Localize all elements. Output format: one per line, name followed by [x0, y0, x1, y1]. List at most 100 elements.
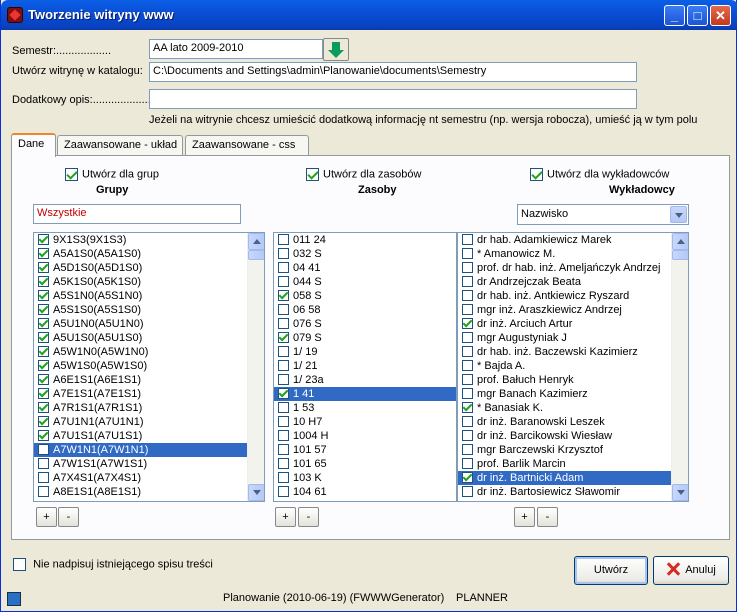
- item-checkbox[interactable]: [38, 304, 49, 315]
- list-item[interactable]: A7U1N1(A7U1N1): [34, 415, 247, 429]
- semestr-field[interactable]: AA lato 2009-2010: [149, 39, 323, 59]
- list-item[interactable]: A7R1S1(A7R1S1): [34, 401, 247, 415]
- wykladowcy-sort-select[interactable]: Nazwisko: [517, 204, 689, 225]
- zasoby-check[interactable]: Utwórz dla zasobów: [306, 168, 421, 181]
- item-checkbox[interactable]: [462, 318, 473, 329]
- list-item[interactable]: dr inż. Bartnicki Adam: [458, 471, 671, 485]
- list-item[interactable]: A5U1S0(A5U1S0): [34, 331, 247, 345]
- item-checkbox[interactable]: [462, 416, 473, 427]
- list-item[interactable]: mgr Banach Kazimierz: [458, 387, 671, 401]
- item-checkbox[interactable]: [278, 346, 289, 357]
- item-checkbox[interactable]: [38, 416, 49, 427]
- list-item[interactable]: A8E1S1(A8E1S1): [34, 485, 247, 499]
- grupy-scrollbar[interactable]: [247, 233, 264, 501]
- list-item[interactable]: A5K1S0(A5K1S0): [34, 275, 247, 289]
- katalog-field[interactable]: C:\Documents and Settings\admin\Planowan…: [149, 62, 637, 82]
- item-checkbox[interactable]: [278, 402, 289, 413]
- item-checkbox[interactable]: [38, 332, 49, 343]
- tab-dane[interactable]: Dane: [11, 133, 56, 157]
- item-checkbox[interactable]: [38, 276, 49, 287]
- list-item[interactable]: A5D1S0(A5D1S0): [34, 261, 247, 275]
- item-checkbox[interactable]: [278, 360, 289, 371]
- item-checkbox[interactable]: [38, 318, 49, 329]
- nie-nadpisuj-checkbox[interactable]: [13, 558, 26, 571]
- item-checkbox[interactable]: [38, 248, 49, 259]
- list-item[interactable]: 06 58: [274, 303, 456, 317]
- list-item[interactable]: dr inż. Barcikowski Wiesław: [458, 429, 671, 443]
- item-checkbox[interactable]: [278, 444, 289, 455]
- list-item[interactable]: A5S1S0(A5S1S0): [34, 303, 247, 317]
- list-item[interactable]: 101 57: [274, 443, 456, 457]
- item-checkbox[interactable]: [278, 234, 289, 245]
- item-checkbox[interactable]: [38, 374, 49, 385]
- item-checkbox[interactable]: [38, 402, 49, 413]
- list-item[interactable]: 9X1S3(9X1S3): [34, 233, 247, 247]
- grupy-minus-button[interactable]: -: [58, 507, 79, 527]
- title-bar[interactable]: Tworzenie witryny www _ □ ✕: [1, 0, 737, 30]
- chevron-down-icon[interactable]: [670, 206, 687, 223]
- nie-nadpisuj-check[interactable]: Nie nadpisuj istniejącego spisu treści: [13, 558, 213, 571]
- list-item[interactable]: dr inż. Arciuch Artur: [458, 317, 671, 331]
- scroll-up-icon[interactable]: [672, 233, 688, 250]
- item-checkbox[interactable]: [38, 388, 49, 399]
- zasoby-list[interactable]: 011 24 032 S 04 41 044 S 058 S 06 58 076 S 079 …: [273, 232, 457, 502]
- list-item[interactable]: 101 65: [274, 457, 456, 471]
- item-checkbox[interactable]: [462, 472, 473, 483]
- grupy-checkbox[interactable]: [65, 168, 78, 181]
- wykladowcy-check[interactable]: Utwórz dla wykładowców: [530, 168, 669, 181]
- grupy-check[interactable]: Utwórz dla grup: [65, 168, 159, 181]
- scroll-thumb[interactable]: [672, 250, 688, 260]
- list-item[interactable]: 1/ 23a: [274, 373, 456, 387]
- tab-zaawansowane-uklad[interactable]: Zaawansowane - układ: [57, 135, 183, 156]
- item-checkbox[interactable]: [38, 360, 49, 371]
- list-item[interactable]: 1 41: [274, 387, 456, 401]
- zasoby-checkbox[interactable]: [306, 168, 319, 181]
- list-item[interactable]: 1/ 19: [274, 345, 456, 359]
- item-checkbox[interactable]: [462, 262, 473, 273]
- wykladowcy-plus-button[interactable]: +: [514, 507, 535, 527]
- list-item[interactable]: 1004 H: [274, 429, 456, 443]
- list-item[interactable]: A5A1S0(A5A1S0): [34, 247, 247, 261]
- item-checkbox[interactable]: [38, 486, 49, 497]
- item-checkbox[interactable]: [38, 290, 49, 301]
- scroll-down-icon[interactable]: [672, 484, 688, 501]
- list-item[interactable]: dr hab. Adamkiewicz Marek: [458, 233, 671, 247]
- item-checkbox[interactable]: [278, 290, 289, 301]
- item-checkbox[interactable]: [278, 472, 289, 483]
- wykladowcy-checkbox[interactable]: [530, 168, 543, 181]
- item-checkbox[interactable]: [38, 430, 49, 441]
- item-checkbox[interactable]: [278, 262, 289, 273]
- item-checkbox[interactable]: [462, 486, 473, 497]
- list-item[interactable]: A5W1N0(A5W1N0): [34, 345, 247, 359]
- tab-zaawansowane-css[interactable]: Zaawansowane - css: [185, 135, 309, 156]
- list-item[interactable]: A7W1N1(A7W1N1): [34, 443, 247, 457]
- item-checkbox[interactable]: [38, 262, 49, 273]
- wykladowcy-minus-button[interactable]: -: [537, 507, 558, 527]
- list-item[interactable]: 1/ 21: [274, 359, 456, 373]
- item-checkbox[interactable]: [462, 276, 473, 287]
- list-item[interactable]: dr inż. Bartosiewicz Sławomir: [458, 485, 671, 499]
- minimize-button[interactable]: _: [664, 5, 685, 26]
- item-checkbox[interactable]: [462, 346, 473, 357]
- list-item[interactable]: A7W1S1(A7W1S1): [34, 457, 247, 471]
- list-item[interactable]: dr hab. inż. Baczewski Kazimierz: [458, 345, 671, 359]
- grupy-list[interactable]: 9X1S3(9X1S3) A5A1S0(A5A1S0) A5D1S0(A5D1S0)…: [33, 232, 265, 502]
- item-checkbox[interactable]: [278, 374, 289, 385]
- list-item[interactable]: 10 H7: [274, 415, 456, 429]
- list-item[interactable]: 032 S: [274, 247, 456, 261]
- item-checkbox[interactable]: [462, 234, 473, 245]
- list-item[interactable]: 058 S: [274, 289, 456, 303]
- item-checkbox[interactable]: [462, 444, 473, 455]
- list-item[interactable]: 076 S: [274, 317, 456, 331]
- list-item[interactable]: A7U1S1(A7U1S1): [34, 429, 247, 443]
- list-item[interactable]: prof. Bałuch Henryk: [458, 373, 671, 387]
- item-checkbox[interactable]: [278, 388, 289, 399]
- wykladowcy-scrollbar[interactable]: [671, 233, 688, 501]
- grupy-filter[interactable]: Wszystkie: [33, 204, 241, 224]
- list-item[interactable]: * Banasiak K.: [458, 401, 671, 415]
- list-item[interactable]: A6E1S1(A6E1S1): [34, 373, 247, 387]
- item-checkbox[interactable]: [38, 444, 49, 455]
- item-checkbox[interactable]: [38, 458, 49, 469]
- item-checkbox[interactable]: [462, 458, 473, 469]
- scroll-up-icon[interactable]: [248, 233, 264, 250]
